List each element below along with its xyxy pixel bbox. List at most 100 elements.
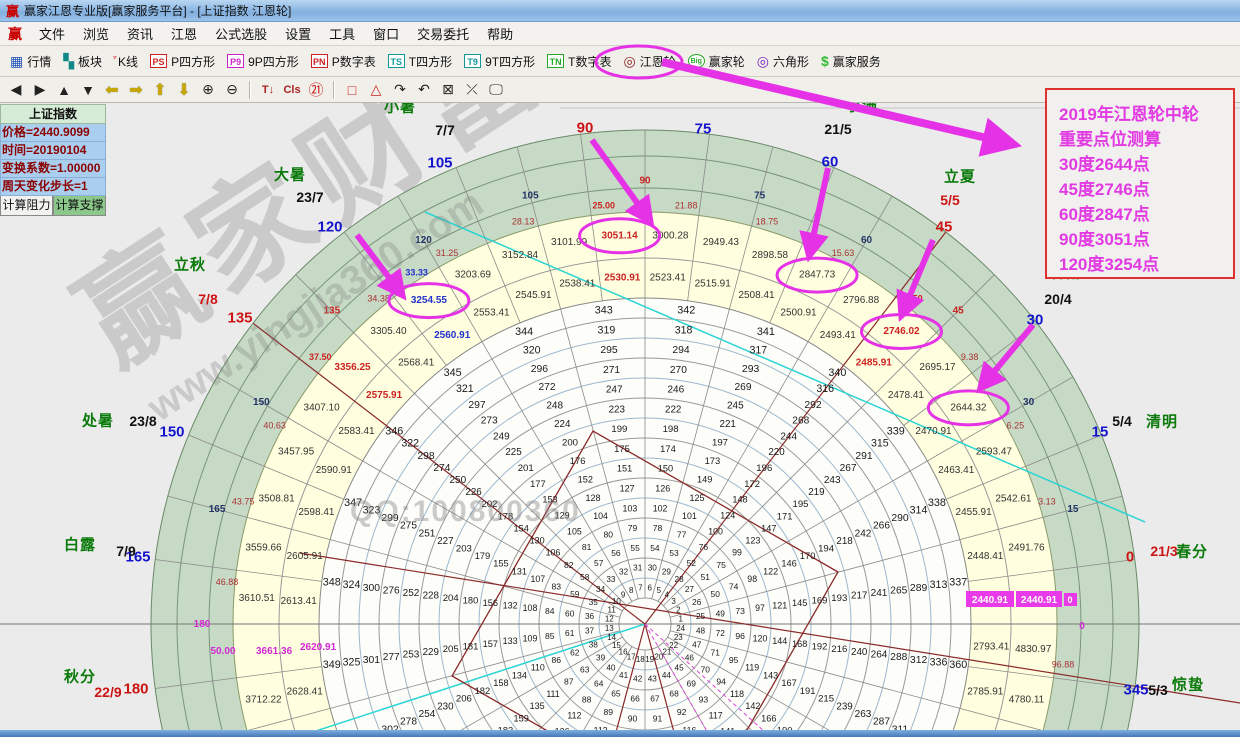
svg-text:24: 24 (676, 624, 685, 633)
svg-text:251: 251 (419, 528, 436, 539)
delete-box-icon[interactable]: ⊠ (436, 79, 460, 101)
svg-text:322: 322 (401, 438, 419, 450)
svg-text:93: 93 (699, 694, 709, 704)
svg-text:2628.41: 2628.41 (287, 686, 324, 697)
calc-resistance-button[interactable]: 计算阻力 (0, 196, 53, 216)
svg-text:221: 221 (720, 419, 736, 430)
svg-text:144: 144 (772, 636, 787, 646)
time-price-icon[interactable]: T↓ (256, 79, 280, 101)
svg-text:59: 59 (570, 589, 580, 599)
svg-text:2949.43: 2949.43 (703, 237, 740, 248)
nav-prev-icon[interactable]: ◀ (4, 79, 28, 101)
calendar-icon[interactable]: ㉑ (304, 79, 328, 101)
nav-next-icon[interactable]: ▶ (28, 79, 52, 101)
toolbar-button-T四方形[interactable]: TST四方形 (382, 50, 458, 73)
toolbar-button-板块[interactable]: ▚板块 (57, 50, 108, 73)
svg-text:295: 295 (600, 345, 618, 356)
zoom-out-icon[interactable]: ⊖ (220, 79, 244, 101)
svg-text:2793.41: 2793.41 (973, 641, 1010, 652)
svg-text:342: 342 (677, 305, 695, 317)
menu-item-工具[interactable]: 工具 (320, 25, 364, 44)
svg-text:191: 191 (800, 685, 816, 696)
center-icon[interactable]: ⤫ (460, 79, 484, 101)
svg-text:157: 157 (483, 639, 498, 649)
svg-text:290: 290 (891, 513, 909, 524)
toolbar-button-六角形[interactable]: ◎六角形 (751, 50, 815, 73)
toolbar-button-K线[interactable]: ꜘK线 (108, 50, 144, 73)
nav-up-icon[interactable]: ▲ (52, 79, 76, 101)
shift-right-icon[interactable]: ➡ (124, 79, 148, 101)
toolbar-button-9T四方形[interactable]: T99T四方形 (458, 50, 541, 73)
svg-text:125: 125 (689, 493, 704, 503)
date-label-21/5: 21/5 (824, 121, 851, 137)
svg-text:2500.91: 2500.91 (780, 307, 817, 318)
svg-text:25.00: 25.00 (593, 200, 616, 210)
svg-text:3356.25: 3356.25 (334, 362, 371, 373)
svg-text:64: 64 (594, 679, 604, 689)
svg-text:90: 90 (628, 713, 638, 723)
zoom-in-icon[interactable]: ⊕ (196, 79, 220, 101)
svg-text:246: 246 (667, 385, 684, 396)
svg-text:130: 130 (530, 536, 545, 546)
svg-text:2583.41: 2583.41 (338, 426, 375, 437)
toolbar-button-P四方形[interactable]: PSP四方形 (144, 50, 221, 73)
svg-text:86: 86 (552, 655, 562, 665)
svg-text:3203.69: 3203.69 (455, 270, 492, 281)
svg-text:42: 42 (633, 675, 643, 684)
toolbar-button-行情[interactable]: ▦行情 (4, 50, 57, 73)
menu-item-窗口[interactable]: 窗口 (364, 25, 408, 44)
svg-text:287: 287 (873, 717, 890, 728)
svg-text:196: 196 (756, 463, 772, 474)
svg-text:40: 40 (606, 664, 616, 673)
square-tool-icon[interactable]: □ (340, 79, 364, 101)
svg-text:136: 136 (555, 726, 570, 730)
svg-text:147: 147 (761, 523, 776, 533)
svg-text:55: 55 (630, 543, 640, 553)
toolbar-button-9P四方形[interactable]: P99P四方形 (221, 50, 305, 73)
svg-text:346: 346 (385, 425, 403, 437)
toolbar-button-T数字表[interactable]: TNT数字表 (541, 50, 617, 73)
svg-text:126: 126 (655, 484, 670, 494)
svg-text:275: 275 (400, 521, 417, 532)
svg-text:182: 182 (475, 685, 491, 696)
rotate-ccw-icon[interactable]: ↶ (412, 79, 436, 101)
calc-support-button[interactable]: 计算支撑 (53, 196, 106, 216)
shift-up-icon[interactable]: ⬆ (148, 79, 172, 101)
svg-text:325: 325 (343, 656, 361, 668)
svg-text:33.33: 33.33 (405, 267, 428, 277)
shift-down-icon[interactable]: ⬇ (172, 79, 196, 101)
svg-text:278: 278 (400, 717, 417, 728)
menu-item-交易委托[interactable]: 交易委托 (408, 25, 478, 44)
svg-text:169: 169 (812, 594, 828, 605)
p9-square-icon: P9 (227, 54, 244, 68)
svg-text:34: 34 (596, 585, 606, 594)
rotate-cw-icon[interactable]: ↷ (388, 79, 412, 101)
toolbar-button-赢家轮[interactable]: Big赢家轮 (682, 50, 751, 73)
menu-item-资讯[interactable]: 资讯 (118, 25, 162, 44)
menu-item-文件[interactable]: 文件 (30, 25, 74, 44)
toolbar-button-江恩轮[interactable]: ◎江恩轮 (617, 50, 681, 73)
menu-item-浏览[interactable]: 浏览 (74, 25, 118, 44)
screen-icon[interactable]: 🖵 (484, 79, 508, 101)
toolbar-button-P数字表[interactable]: PNP数字表 (305, 50, 382, 73)
menu-item-江恩[interactable]: 江恩 (162, 25, 206, 44)
shift-left-icon[interactable]: ⬅ (100, 79, 124, 101)
cls-button[interactable]: Cls (280, 79, 304, 101)
svg-text:47: 47 (692, 641, 702, 650)
svg-text:96.88: 96.88 (1052, 660, 1075, 670)
triangle-tool-icon[interactable]: △ (364, 79, 388, 101)
menu-item-帮助[interactable]: 帮助 (478, 25, 522, 44)
solar-term-立夏: 立夏 (944, 166, 976, 187)
svg-text:120: 120 (753, 633, 768, 643)
toolbar-button-赢家服务[interactable]: $赢家服务 (815, 50, 887, 73)
svg-text:36: 36 (585, 612, 595, 621)
svg-text:87: 87 (564, 677, 574, 687)
solar-term-大暑: 大暑 (274, 164, 306, 185)
nav-down-icon[interactable]: ▼ (76, 79, 100, 101)
title-bar: 赢 赢家江恩专业版[赢家服务平台] - [上证指数 江恩轮] (0, 0, 1240, 22)
svg-text:223: 223 (609, 404, 626, 415)
menu-item-公式选股[interactable]: 公式选股 (206, 25, 276, 44)
svg-text:97: 97 (755, 603, 765, 613)
menu-item-设置[interactable]: 设置 (276, 25, 320, 44)
svg-text:2515.91: 2515.91 (695, 278, 732, 289)
